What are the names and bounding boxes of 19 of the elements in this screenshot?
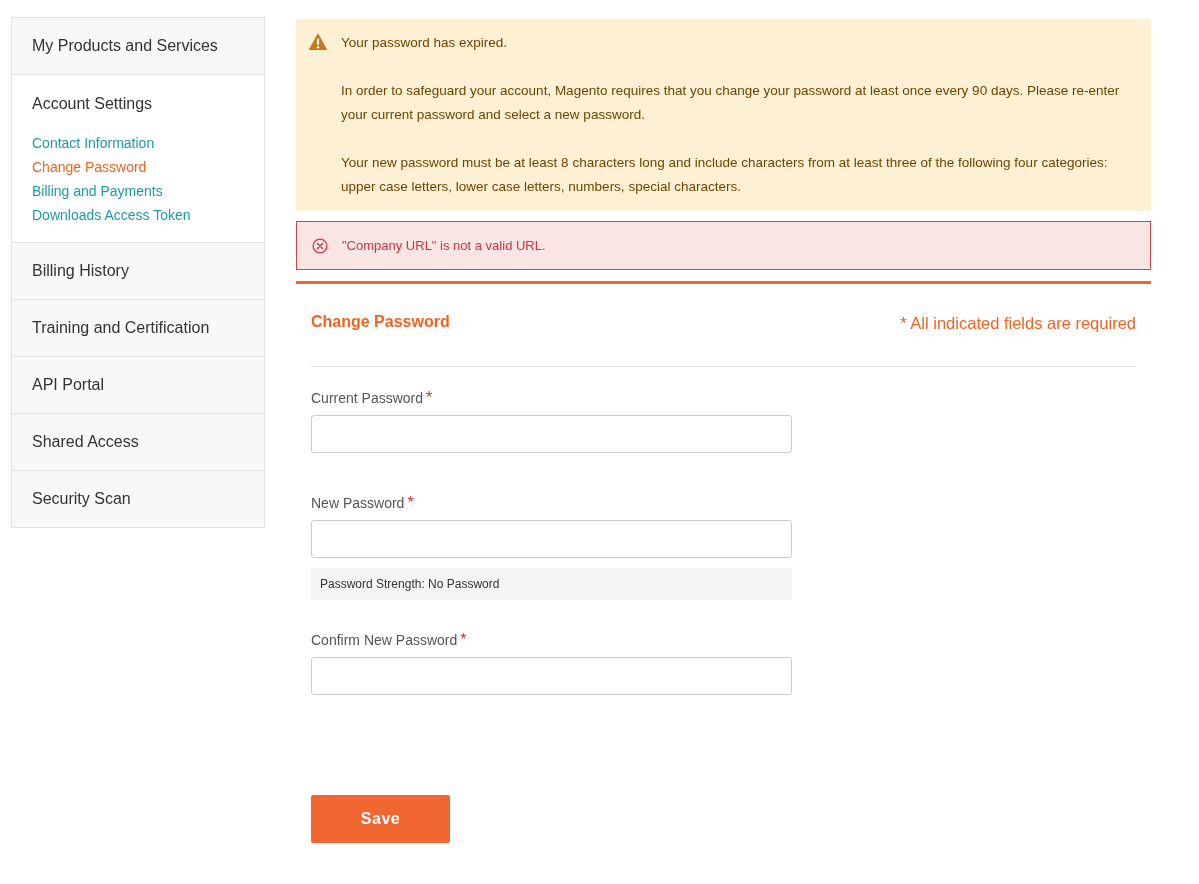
required-note: * All indicated fields are required [900,314,1136,333]
warning-text: In order to safeguard your account, Magento requires that you change your password at least once every 90 days. Please re-enter your current password and select a new password. [341,82,1121,124]
password-field[interactable] [311,657,792,695]
required-mark: * [407,493,414,513]
error-text: "Company URL" is not a valid URL. [342,238,546,253]
field-label: Current Password [311,389,424,408]
field-label: New Password [311,494,405,513]
password-strength-indicator: Password Strength: No Password [311,568,792,600]
required-mark: * [426,388,433,408]
section-heading[interactable]: Account Settings [32,93,153,115]
warning-title: Your password has expired. [341,34,509,52]
required-mark: * [460,630,467,650]
warning-text: Your new password must be at least 8 characters long and include characters from at least three of the following four categories: upper case letters, lower case letters, numbers, special characters. [341,154,1109,196]
warning-icon [307,32,329,52]
password-field[interactable] [311,415,792,453]
error-icon [312,237,328,254]
field-label: Confirm New Password [311,631,458,650]
password-field[interactable] [311,520,792,558]
form-title: Change Password [311,311,450,332]
